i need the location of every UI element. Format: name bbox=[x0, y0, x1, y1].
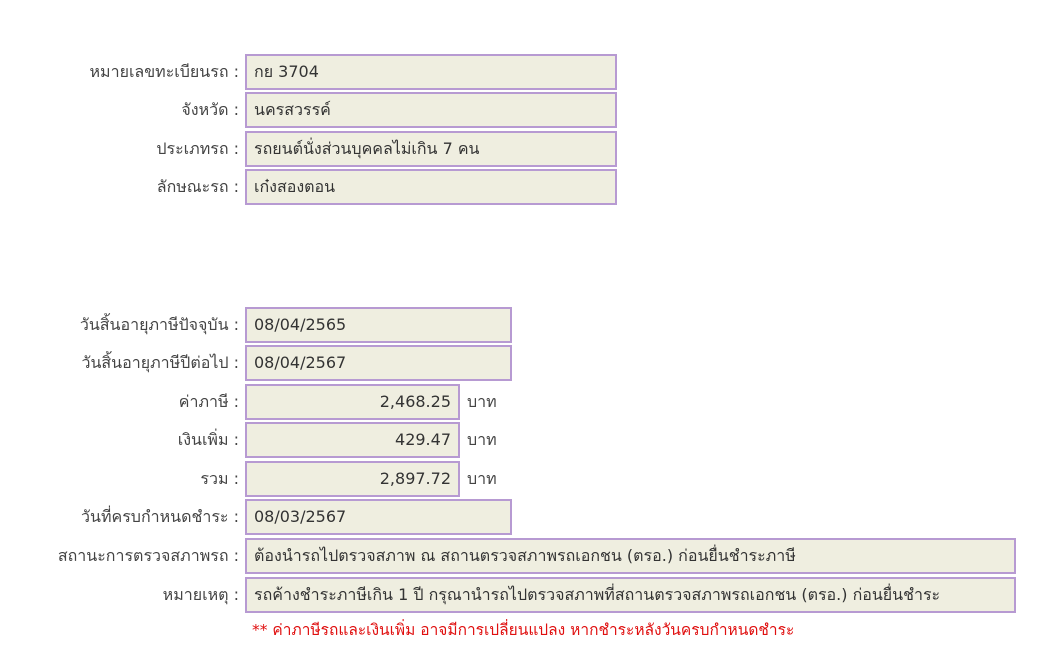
vehicle-type-field[interactable]: รถยนต์นั่งส่วนบุคคลไม่เกิน 7 คน bbox=[245, 131, 617, 167]
remark-field[interactable]: รถค้างชำระภาษีเกิน 1 ปี กรุณานำรถไปตรวจส… bbox=[245, 577, 1016, 613]
tax-amount-unit: บาท bbox=[467, 392, 497, 411]
vehicle-body-label: ลักษณะรถ : bbox=[156, 177, 239, 196]
tax-amount-field[interactable]: 2,468.25 bbox=[245, 384, 460, 420]
total-field[interactable]: 2,897.72 bbox=[245, 461, 460, 497]
current-expiry-field[interactable]: 08/04/2565 bbox=[245, 307, 512, 343]
surcharge-unit: บาท bbox=[467, 430, 497, 449]
current-expiry-label: วันสิ้นอายุภาษีปัจจุบัน : bbox=[79, 315, 239, 334]
due-date-label: วันที่ครบกำหนดชำระ : bbox=[81, 507, 239, 526]
surcharge-field[interactable]: 429.47 bbox=[245, 422, 460, 458]
total-unit: บาท bbox=[467, 469, 497, 488]
warning-note: ** ค่าภาษีรถและเงินเพิ่ม อาจมีการเปลี่ยน… bbox=[252, 621, 795, 639]
plate-field[interactable]: กย 3704 bbox=[245, 54, 617, 90]
inspection-status-field[interactable]: ต้องนำรถไปตรวจสภาพ ณ สถานตรวจสภาพรถเอกชน… bbox=[245, 538, 1016, 574]
province-field[interactable]: นครสวรรค์ bbox=[245, 92, 617, 128]
next-expiry-label: วันสิ้นอายุภาษีปีต่อไป : bbox=[81, 353, 239, 372]
inspection-status-label: สถานะการตรวจสภาพรถ : bbox=[57, 546, 239, 565]
surcharge-label: เงินเพิ่ม : bbox=[177, 430, 239, 449]
plate-label: หมายเลขทะเบียนรถ : bbox=[89, 62, 240, 81]
tax-amount-label: ค่าภาษี : bbox=[178, 392, 239, 411]
remark-label: หมายเหตุ : bbox=[162, 585, 239, 604]
vehicle-body-field[interactable]: เก๋งสองตอน bbox=[245, 169, 617, 205]
next-expiry-field[interactable]: 08/04/2567 bbox=[245, 345, 512, 381]
province-label: จังหวัด : bbox=[181, 100, 239, 119]
vehicle-type-label: ประเภทรถ : bbox=[156, 139, 239, 158]
total-label: รวม : bbox=[200, 469, 239, 488]
due-date-field[interactable]: 08/03/2567 bbox=[245, 499, 512, 535]
